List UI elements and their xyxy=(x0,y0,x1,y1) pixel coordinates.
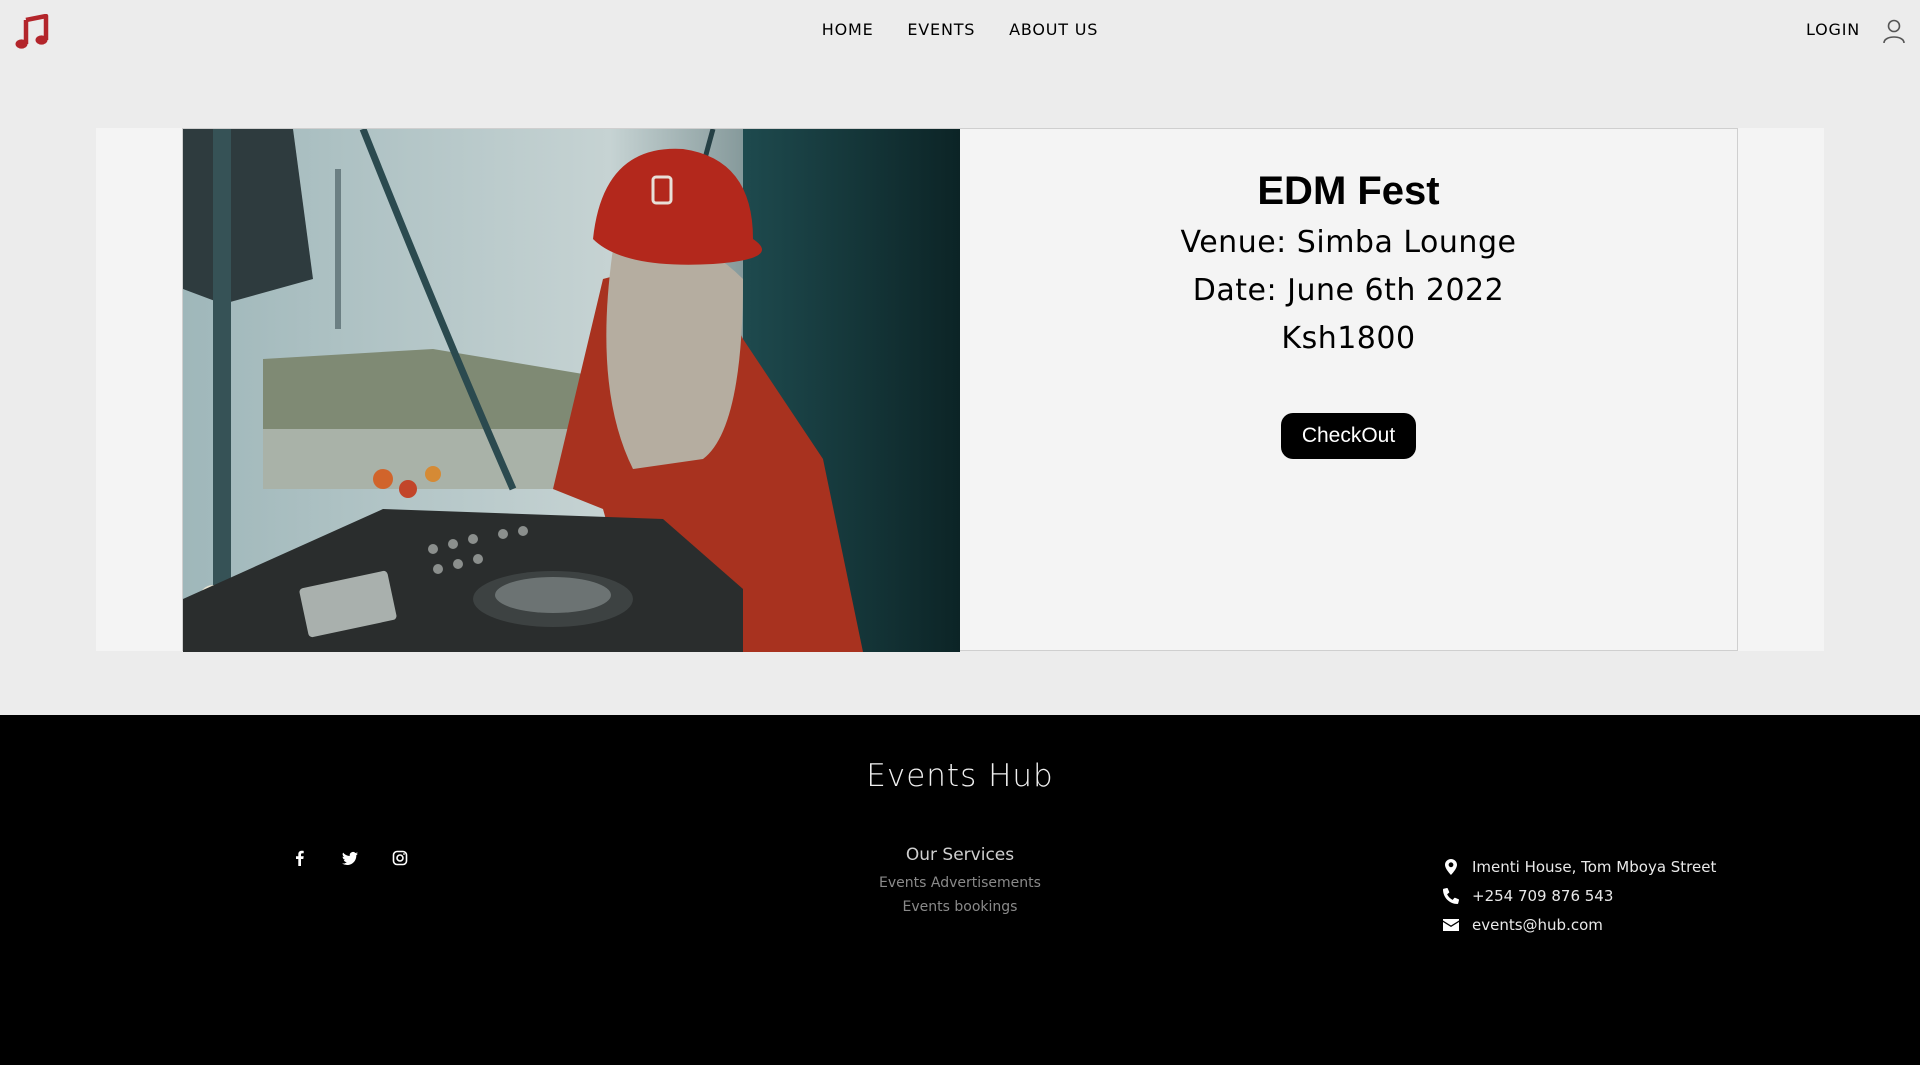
contact-address: Imenti House, Tom Mboya Street xyxy=(1440,852,1716,881)
checkout-button[interactable]: CheckOut xyxy=(1280,413,1417,459)
phone-icon xyxy=(1440,887,1462,904)
event-info: EDM Fest Venue: Simba Lounge Date: June … xyxy=(960,129,1737,652)
event-venue: Venue: Simba Lounge xyxy=(1180,225,1517,260)
event-photo xyxy=(183,129,960,652)
event-price: Ksh1800 xyxy=(1281,321,1416,356)
map-marker-icon xyxy=(1440,858,1462,875)
login-link[interactable]: LOGIN xyxy=(1806,20,1860,39)
footer-brand: Events Hub xyxy=(866,758,1054,794)
contact-email: events@hub.com xyxy=(1440,910,1716,939)
event-title: EDM Fest xyxy=(1257,169,1440,213)
footer: Events Hub Our Services Events Advertise… xyxy=(0,715,1920,1065)
address-text: Imenti House, Tom Mboya Street xyxy=(1472,857,1717,876)
event-card: EDM Fest Venue: Simba Lounge Date: June … xyxy=(182,128,1738,652)
contact-phone: +254 709 876 543 xyxy=(1440,881,1716,910)
contact-info: Imenti House, Tom Mboya Street +254 709 … xyxy=(1440,852,1716,939)
nav-about-link[interactable]: ABOUT US xyxy=(1009,20,1098,39)
top-navbar: HOME EVENTS ABOUT US LOGIN xyxy=(0,0,1920,62)
event-section: EDM Fest Venue: Simba Lounge Date: June … xyxy=(96,128,1824,652)
event-date: Date: June 6th 2022 xyxy=(1192,273,1505,308)
envelope-icon xyxy=(1440,917,1462,933)
phone-text: +254 709 876 543 xyxy=(1472,886,1614,905)
main-nav: HOME EVENTS ABOUT US xyxy=(0,20,1920,39)
nav-events-link[interactable]: EVENTS xyxy=(907,20,975,39)
user-icon[interactable] xyxy=(1882,18,1906,44)
nav-home-link[interactable]: HOME xyxy=(822,20,874,39)
email-text[interactable]: events@hub.com xyxy=(1472,916,1603,934)
